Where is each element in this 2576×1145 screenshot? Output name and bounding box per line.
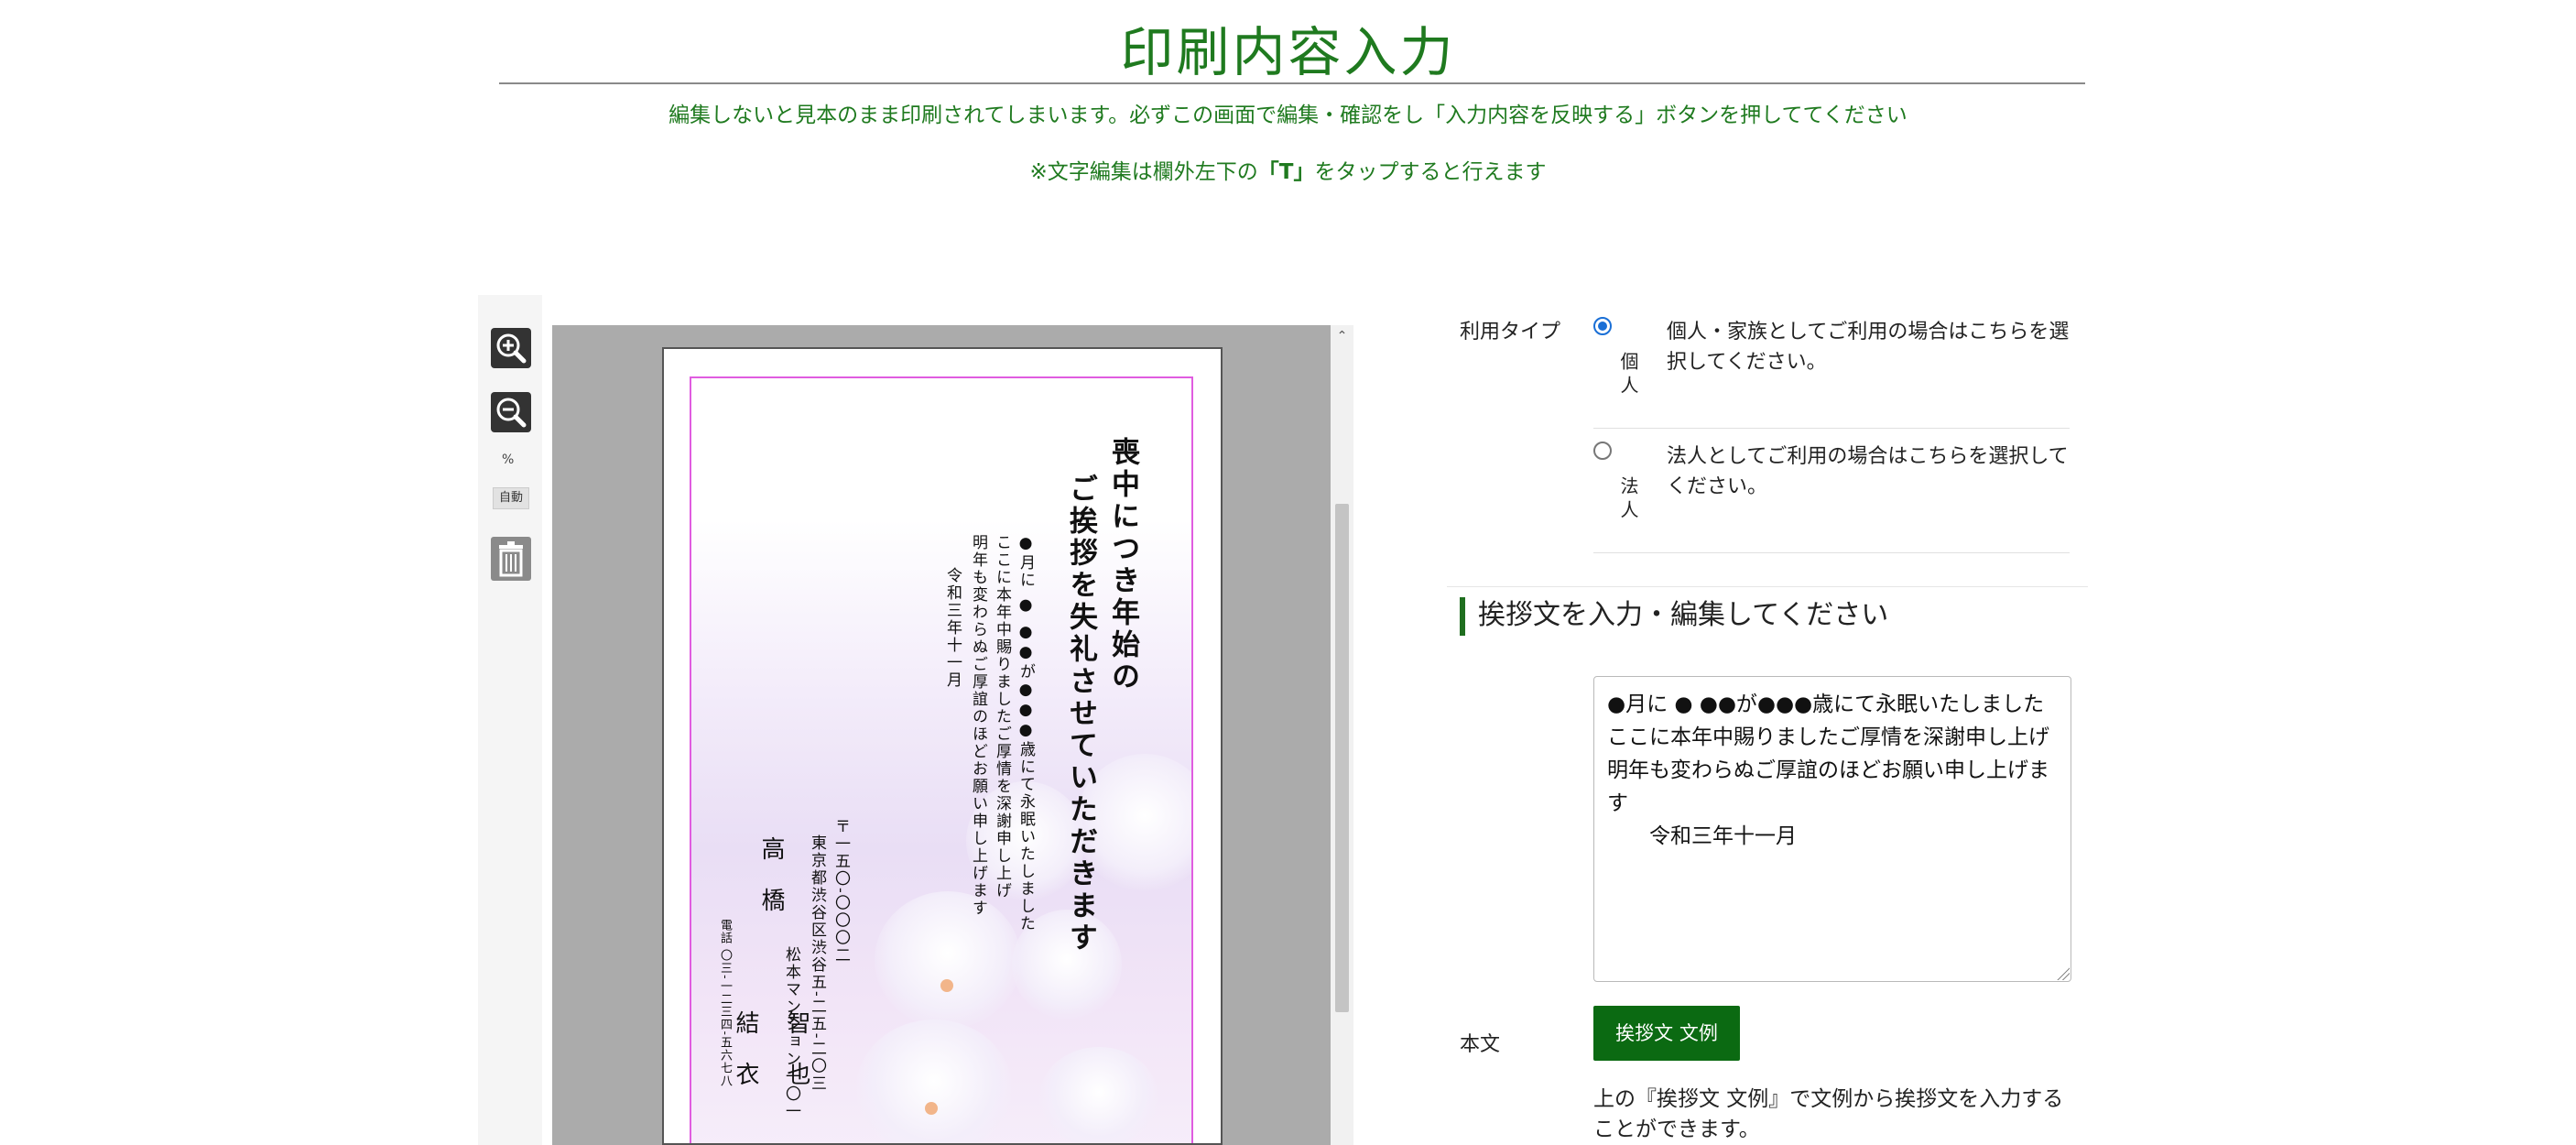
usage-option-corporate[interactable]: 法人 法人としてご利用の場合はこちらを選択してください。 xyxy=(1593,432,2070,553)
print-area: 喪中につき年始の ご挨拶を失礼させていただきます ●月に ● ●●が●●●歳にて… xyxy=(690,376,1193,1143)
zoom-out-button[interactable] xyxy=(491,392,531,432)
orchid-flower xyxy=(856,1020,1012,1143)
usage-option-personal[interactable]: 個人 個人・家族としてご利用の場合はこちらを選択してください。 xyxy=(1593,308,2070,429)
page-title: 印刷内容入力 xyxy=(1120,21,1456,83)
tap-notice-key: 「T」 xyxy=(1257,160,1315,184)
corporate-radio[interactable] xyxy=(1593,442,1612,460)
orchid-center xyxy=(940,979,953,992)
greeting-textarea[interactable]: ●月に ● ●●が●●●歳にて永眠いたしました ここに本年中賜りましたご厚情を深… xyxy=(1593,676,2071,982)
card-body-line: ここに本年中賜りましたご厚情を深謝申し上げ xyxy=(993,534,1011,900)
greeting-sample-button[interactable]: 挨拶文 文例 xyxy=(1593,1006,1740,1061)
scroll-up-arrow[interactable]: ⌃ xyxy=(1331,325,1353,348)
orchid-flower xyxy=(1039,1047,1158,1143)
scroll-thumb[interactable] xyxy=(1335,504,1349,1012)
zoom-percent: % xyxy=(502,453,515,467)
body-label: 本文 xyxy=(1460,1033,1501,1056)
orchid-center xyxy=(925,1102,938,1115)
resize-handle-icon[interactable] xyxy=(2057,967,2070,980)
zoom-in-icon xyxy=(496,333,527,364)
zoom-in-button[interactable] xyxy=(491,328,531,368)
personal-option-name: 個人 xyxy=(1617,352,1639,399)
card-name-first: 智也 xyxy=(783,1010,810,1113)
delete-button[interactable] xyxy=(491,537,531,581)
tap-notice-suffix: をタップすると行えます xyxy=(1314,160,1547,184)
section-divider xyxy=(1447,586,2088,587)
card-postal-code: 〒一五〇-〇〇〇二 xyxy=(831,818,850,965)
trash-icon xyxy=(499,541,523,577)
card-body-line: ●月に ● ●●が●●●歳にて永眠いたしました xyxy=(1016,534,1035,932)
personal-radio[interactable] xyxy=(1593,317,1612,335)
editor-toolbar: % 自動 xyxy=(478,295,542,1145)
section-heading: 挨拶文を入力・編集してください xyxy=(1460,597,1888,636)
sample-note: 上の『挨拶文 文例』で文例から挨拶文を入力することができます。 xyxy=(1593,1087,2064,1142)
tap-notice: ※文字編集は欄外左下の「T」をタップすると行えます xyxy=(0,154,2576,185)
postcard[interactable]: 喪中につき年始の ご挨拶を失礼させていただきます ●月に ● ●●が●●●歳にて… xyxy=(662,347,1223,1145)
zoom-out-icon xyxy=(496,398,527,428)
card-name-family: 高橋 xyxy=(757,836,785,939)
auto-zoom-button[interactable]: 自動 xyxy=(493,487,529,509)
corporate-option-desc: 法人としてご利用の場合はこちらを選択してください。 xyxy=(1667,445,2069,498)
usage-type-label: 利用タイプ xyxy=(1460,321,1561,344)
card-name-second: 結衣 xyxy=(732,1010,759,1113)
corporate-option-name: 法人 xyxy=(1617,476,1639,524)
card-heading-2: ご挨拶を失礼させていただきます xyxy=(1064,474,1097,954)
card-phone: 電話 〇三-一二三四-五六七八 xyxy=(718,919,732,1087)
card-heading-1: 喪中につき年始の xyxy=(1106,437,1139,693)
personal-option-desc: 個人・家族としてご利用の場合はこちらを選択してください。 xyxy=(1667,321,2070,374)
title-divider xyxy=(499,82,2085,84)
card-body-line: 明年も変わらぬご厚誼のほどお願い申し上げます xyxy=(969,534,987,917)
edit-notice: 編集しないと見本のまま印刷されてしまいます。必ずこの画面で編集・確認をし「入力内… xyxy=(668,104,1908,127)
orchid-flower xyxy=(875,891,1021,1029)
card-date: 令和三年十一月 xyxy=(943,567,962,689)
tap-notice-prefix: ※文字編集は欄外左下の xyxy=(1029,160,1258,184)
preview-scrollbar[interactable]: ⌃ xyxy=(1331,325,1353,1145)
